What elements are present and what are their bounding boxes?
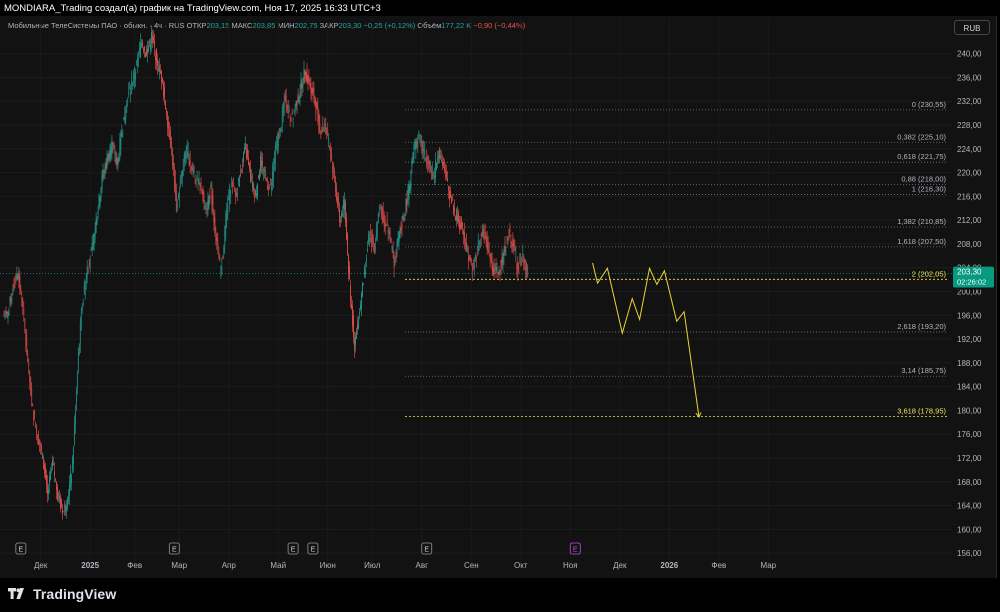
high-label: МАКС: [231, 21, 253, 30]
change-value: −0,25 (+0,12%): [363, 21, 416, 30]
volume-label: Объём: [417, 21, 442, 30]
currency-button[interactable]: RUB: [954, 20, 990, 35]
close-label: ЗАКР: [319, 21, 339, 30]
open-value: 203,15: [206, 21, 230, 30]
brand-name: TradingView: [33, 586, 117, 602]
top-bar: MONDIARA_Trading создал(а) график на Tra…: [0, 0, 1000, 16]
footer-bar: TradingView: [0, 578, 1000, 612]
open-label: ОТКР: [186, 21, 207, 30]
chart-frame[interactable]: Мобильные ТелеСистемы ПАО · обыкн. · 4ч …: [0, 16, 997, 578]
tradingview-logo[interactable]: TradingView: [8, 586, 116, 602]
high-value: 203,85: [252, 21, 276, 30]
low-label: МИН: [277, 21, 295, 30]
close-value: 203,30: [338, 21, 362, 30]
low-value: 202,75: [294, 21, 318, 30]
volume-change: −0,90 (−0,44%): [473, 21, 526, 30]
symbol-name[interactable]: Мобильные ТелеСистемы ПАО · обыкн. · 4ч …: [8, 21, 185, 30]
chart-publish-title: MONDIARA_Trading создал(а) график на Tra…: [4, 3, 381, 14]
tradingview-logo-icon: [8, 588, 24, 599]
volume-value: 177,22 K: [441, 21, 472, 30]
symbol-legend: Мобильные ТелеСистемы ПАО · обыкн. · 4ч …: [8, 21, 525, 30]
